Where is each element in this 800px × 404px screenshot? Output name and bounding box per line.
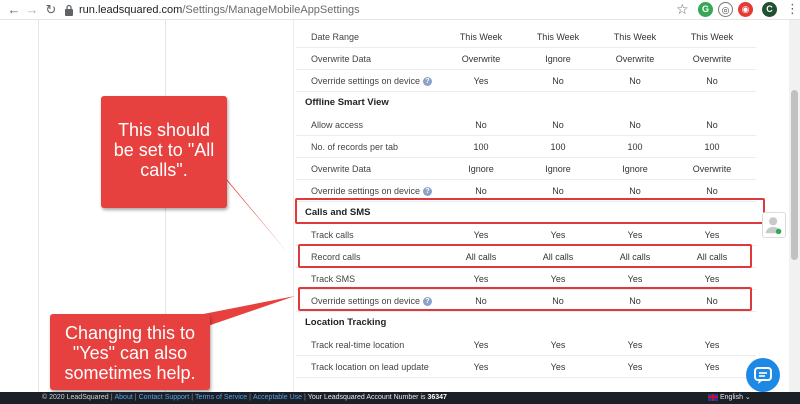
extension-circle-icon[interactable]: ◎ xyxy=(718,2,733,17)
table-row: Track calls Yes Yes Yes Yes xyxy=(296,224,756,246)
language-selector[interactable]: English ⌄ xyxy=(708,392,751,404)
cell[interactable]: 100 xyxy=(677,136,747,158)
cell[interactable]: Overwrite xyxy=(677,48,747,70)
cell[interactable]: Yes xyxy=(600,334,670,356)
bookmark-star-icon[interactable]: ☆ xyxy=(676,1,689,18)
cell[interactable]: No xyxy=(600,114,670,136)
highlight-override-settings xyxy=(298,287,752,311)
cell[interactable]: Yes xyxy=(446,356,516,378)
page-scrollbar[interactable] xyxy=(789,20,800,392)
highlight-record-calls xyxy=(298,244,752,268)
user-icon xyxy=(765,217,782,235)
cell[interactable]: Overwrite xyxy=(677,158,747,180)
cell[interactable]: Overwrite xyxy=(446,48,516,70)
help-icon[interactable]: ? xyxy=(423,77,433,87)
row-label: Track real-time location xyxy=(311,340,405,350)
back-arrow-icon[interactable]: ← xyxy=(6,2,22,18)
row-label: Track calls xyxy=(311,230,354,240)
cell[interactable]: Yes xyxy=(600,224,670,246)
chat-button[interactable] xyxy=(746,358,780,392)
browser-toolbar: ← → ↻ run.leadsquared.com/Settings/Manag… xyxy=(0,0,800,20)
url-domain: run.leadsquared.com xyxy=(79,4,183,16)
cell[interactable]: This Week xyxy=(446,26,516,48)
table-row: Overwrite Data Overwrite Ignore Overwrit… xyxy=(296,48,756,70)
row-label: Allow access xyxy=(311,120,364,130)
cell[interactable]: No xyxy=(677,70,747,92)
row-label: Date Range xyxy=(311,32,360,42)
highlight-calls-and-sms xyxy=(295,198,765,224)
cell[interactable]: Yes xyxy=(600,356,670,378)
cell[interactable]: This Week xyxy=(677,26,747,48)
footer-copyright: © 2020 LeadSquared xyxy=(42,394,109,401)
section-heading-location: Location Tracking xyxy=(305,317,387,328)
footer-acceptable-use-link[interactable]: Acceptable Use xyxy=(253,394,302,401)
cell[interactable]: Yes xyxy=(677,334,747,356)
browser-menu-icon[interactable]: ⋮ xyxy=(786,1,799,17)
cell[interactable]: 100 xyxy=(523,136,593,158)
cell[interactable]: Yes xyxy=(446,224,516,246)
url-path: /Settings/ManageMobileAppSettings xyxy=(182,4,360,16)
cell[interactable]: No xyxy=(446,114,516,136)
row-label: Override settings on device? xyxy=(311,70,433,92)
cell[interactable]: Yes xyxy=(523,334,593,356)
extension-g-icon[interactable]: G xyxy=(698,2,713,17)
cell[interactable]: No xyxy=(523,70,593,92)
scrollbar-thumb[interactable] xyxy=(791,90,798,260)
section-heading-offline: Offline Smart View xyxy=(305,97,389,108)
page-footer: © 2020 LeadSquared | About | Contact Support… xyxy=(0,392,800,404)
table-row: Date Range This Week This Week This Week… xyxy=(296,26,756,48)
cell[interactable]: Yes xyxy=(523,224,593,246)
lock-icon xyxy=(65,4,73,16)
cell[interactable]: Ignore xyxy=(446,158,516,180)
callout-set-all-calls: This should be set to "All calls". xyxy=(101,96,227,208)
table-row: Allow access No No No No xyxy=(296,114,756,136)
table-row: No. of records per tab 100 100 100 100 xyxy=(296,136,756,158)
help-icon[interactable]: ? xyxy=(423,187,433,197)
chevron-down-icon: ⌄ xyxy=(744,394,751,401)
uk-flag-icon xyxy=(708,393,718,401)
cell[interactable]: No xyxy=(600,70,670,92)
cell[interactable]: Yes xyxy=(677,356,747,378)
cell[interactable]: No xyxy=(523,114,593,136)
footer-account-number: 36347 xyxy=(427,394,447,401)
address-bar[interactable]: run.leadsquared.com/Settings/ManageMobil… xyxy=(79,3,360,17)
row-label: Overwrite Data xyxy=(311,54,372,64)
callout-change-to-yes: Changing this to "Yes" can also sometime… xyxy=(50,314,210,390)
footer-terms-link[interactable]: Terms of Service xyxy=(195,394,247,401)
cell[interactable]: 100 xyxy=(446,136,516,158)
table-row: Overwrite Data Ignore Ignore Ignore Over… xyxy=(296,158,756,180)
table-row: Override settings on device? Yes No No N… xyxy=(296,70,756,92)
table-row: Track location on lead update Yes Yes Ye… xyxy=(296,356,756,378)
cell[interactable]: Yes xyxy=(446,334,516,356)
cell[interactable]: This Week xyxy=(523,26,593,48)
user-avatar-widget[interactable] xyxy=(762,212,786,238)
reload-icon[interactable]: ↻ xyxy=(43,2,59,18)
cell[interactable]: Ignore xyxy=(600,158,670,180)
cell[interactable]: No xyxy=(677,114,747,136)
cell[interactable]: 100 xyxy=(600,136,670,158)
forward-arrow-icon[interactable]: → xyxy=(24,2,40,18)
cell[interactable]: Ignore xyxy=(523,158,593,180)
table-row: Track real-time location Yes Yes Yes Yes xyxy=(296,334,756,356)
cell[interactable]: Yes xyxy=(446,70,516,92)
cell[interactable]: This Week xyxy=(600,26,670,48)
row-label: Overwrite Data xyxy=(311,164,372,174)
cell[interactable]: Yes xyxy=(523,356,593,378)
row-label: No. of records per tab xyxy=(311,142,399,152)
cell[interactable]: Yes xyxy=(677,224,747,246)
cell[interactable]: Overwrite xyxy=(600,48,670,70)
profile-avatar[interactable]: C xyxy=(762,2,777,17)
footer-account-text: Your Leadsquared Account Number is xyxy=(307,394,426,401)
row-label: Track location on lead update xyxy=(311,362,429,372)
chat-bubble-icon xyxy=(754,367,772,384)
extension-target-icon[interactable]: ◉ xyxy=(738,2,753,17)
cell[interactable]: Ignore xyxy=(523,48,593,70)
footer-about-link[interactable]: About xyxy=(115,394,133,401)
footer-contact-link[interactable]: Contact Support xyxy=(139,394,190,401)
